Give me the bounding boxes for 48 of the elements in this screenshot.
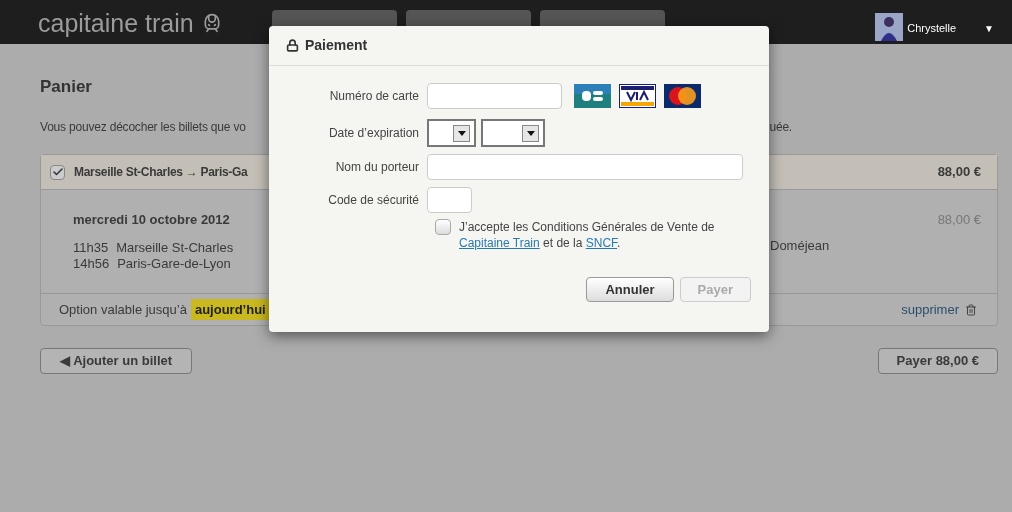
nav-button[interactable] — [271, 10, 397, 26]
card-number-field[interactable] — [427, 83, 562, 109]
delete-link[interactable]: supprimer — [901, 299, 959, 320]
card-logo-icon — [664, 84, 701, 108]
stop-station: Paris-Gare-de-Lyon — [117, 255, 231, 272]
dialog-button[interactable]: Annuler — [586, 277, 674, 302]
user-menu-arrow[interactable]: ▼ — [984, 20, 994, 36]
nav-button[interactable] — [405, 10, 531, 26]
dropdown[interactable] — [481, 119, 545, 147]
passenger-price: 88,00 € — [937, 211, 981, 229]
stop-station: Marseille St-Charles — [116, 239, 234, 256]
lock-icon — [286, 39, 299, 52]
nav-button[interactable] — [539, 10, 665, 26]
passenger-name: Doméjean — [770, 237, 830, 252]
stop-time: 14h56 — [73, 255, 110, 272]
card-logo-icon — [619, 84, 656, 108]
option-label: Option valable jusqu’à — [59, 300, 187, 319]
ticket-checkbox[interactable] — [50, 164, 65, 180]
trash-icon[interactable] — [965, 303, 977, 316]
add-ticket-button[interactable]: ◀ Ajouter un billet — [40, 348, 193, 374]
ticket-price: 88,00 € — [937, 163, 981, 182]
caret-icon — [526, 130, 535, 136]
cardholder-field[interactable] — [427, 154, 743, 180]
stop-time: 11h35 — [73, 239, 109, 256]
security-code-field[interactable] — [427, 187, 472, 213]
card-logo-icon — [574, 84, 611, 108]
field-label: Code de sécurité — [327, 192, 420, 209]
page-title: Panier — [40, 77, 92, 97]
user-name[interactable]: Chrystelle — [907, 19, 957, 37]
terms-checkbox[interactable] — [435, 219, 451, 235]
check-icon — [51, 166, 64, 178]
pay-button[interactable]: Payer 88,00 € — [877, 348, 998, 374]
caret-icon — [457, 130, 466, 136]
intro-text: Vous pouvez décocher les billets que vo — [40, 119, 246, 135]
terms-link[interactable]: SNCF — [585, 236, 618, 250]
intro-text: uée. — [769, 119, 792, 135]
dropdown[interactable] — [427, 119, 476, 147]
option-deadline: aujourd’hui — [190, 298, 270, 321]
field-label: Numéro de carte — [328, 88, 420, 105]
logo[interactable]: capitaine train — [38, 9, 194, 37]
route-title: Marseille St-Charles → Paris-Ga — [74, 164, 248, 181]
dialog-title: Paiement — [305, 36, 368, 55]
field-label: Date d’expiration — [327, 125, 420, 142]
field-label: Nom du porteur — [334, 159, 420, 176]
terms-link[interactable]: Capitaine Train — [459, 236, 540, 250]
terms-text: J’accepte les Conditions Générales de Vente de Capitaine Train et de la SNCF. — [459, 219, 716, 251]
travel-date: mercredi 10 octobre 2012 — [73, 211, 231, 229]
avatar[interactable] — [875, 13, 904, 41]
